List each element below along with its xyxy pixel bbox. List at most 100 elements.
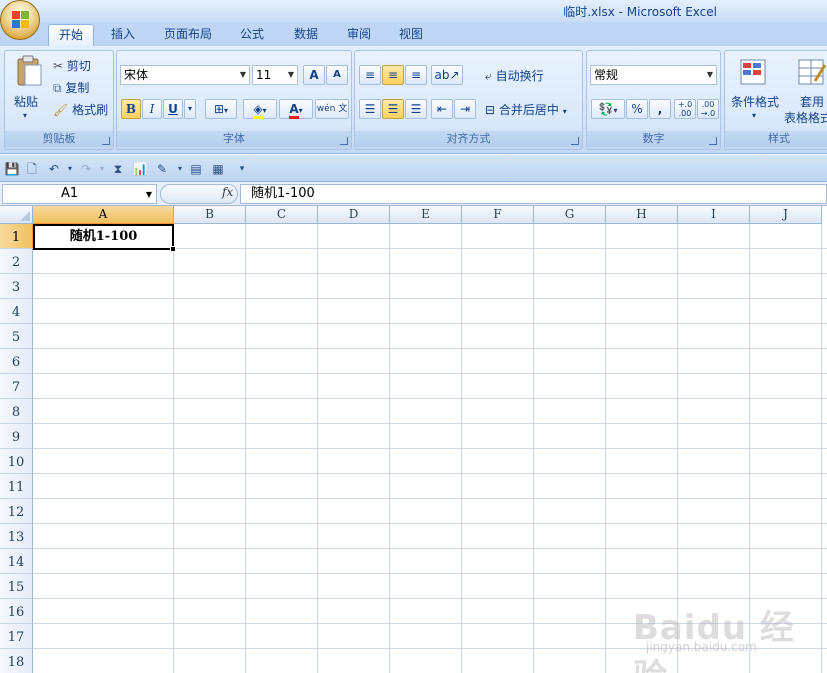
font-size-select[interactable]: 11 ▼ [252, 65, 298, 85]
column-header-g[interactable]: G [534, 206, 606, 224]
row-header-15[interactable]: 15 [0, 574, 33, 599]
select-all-corner[interactable] [0, 206, 33, 224]
form-icon[interactable]: ▤ [188, 161, 204, 177]
row-header-8[interactable]: 8 [0, 399, 33, 424]
row-header-6[interactable]: 6 [0, 349, 33, 374]
font-launcher-icon[interactable] [340, 137, 348, 145]
format-as-table-button[interactable]: 套用 [800, 93, 824, 110]
underline-button[interactable]: U [163, 99, 183, 119]
cut-button[interactable]: ✂ 剪切 [53, 57, 91, 74]
row-header-4[interactable]: 4 [0, 299, 33, 324]
orientation-icon[interactable]: ab↗ [431, 65, 463, 85]
tab-view[interactable]: 视图 [388, 24, 434, 46]
insert-function-icon[interactable]: fx [222, 185, 233, 199]
tab-data[interactable]: 数据 [283, 24, 329, 46]
row-header-1[interactable]: 1 [0, 224, 33, 249]
name-box[interactable]: A1 ▼ [2, 184, 157, 204]
row-header-14[interactable]: 14 [0, 549, 33, 574]
column-header-a[interactable]: A [33, 206, 174, 224]
cell-a1[interactable]: 随机1-100 [33, 224, 174, 250]
borders-button[interactable]: ⊞▾ [205, 99, 237, 119]
row-header-11[interactable]: 11 [0, 474, 33, 499]
row-header-3[interactable]: 3 [0, 274, 33, 299]
shrink-font-button[interactable]: A [326, 65, 348, 85]
conditional-format-button[interactable]: 条件格式 [731, 93, 779, 110]
align-left-icon[interactable]: ☰ [359, 99, 381, 119]
format-as-table-label[interactable]: 表格格式 [784, 109, 827, 126]
chevron-down-icon[interactable]: ▾ [752, 111, 756, 120]
draw-icon[interactable]: ✎ [154, 161, 170, 177]
paste-dropdown-icon[interactable]: ▾ [23, 111, 27, 120]
row-header-10[interactable]: 10 [0, 449, 33, 474]
formula-input[interactable]: 随机1-100 [240, 184, 827, 204]
grow-font-button[interactable]: A [303, 65, 325, 85]
format-painter-button[interactable]: 🖌 格式刷 [53, 101, 108, 118]
column-header-d[interactable]: D [318, 206, 390, 224]
paste-button[interactable]: 粘贴 [14, 93, 38, 110]
underline-dropdown-icon[interactable]: ▾ [184, 99, 196, 119]
save-icon[interactable]: 💾 [4, 161, 20, 177]
bold-button[interactable]: B [121, 99, 141, 119]
align-bottom-icon[interactable]: ≡ [405, 65, 427, 85]
row-header-5[interactable]: 5 [0, 324, 33, 349]
chevron-down-icon[interactable]: ▾ [62, 161, 78, 177]
phonetic-button[interactable]: wén 文 [315, 99, 349, 119]
column-header-i[interactable]: I [678, 206, 750, 224]
chart-icon[interactable]: 📊 [132, 161, 148, 177]
table-icon[interactable]: ▦ [210, 161, 226, 177]
align-center-icon[interactable]: ☰ [382, 99, 404, 119]
increase-decimal-button[interactable]: +.0 .00 [674, 99, 696, 119]
tab-formulas[interactable]: 公式 [229, 24, 275, 46]
percent-button[interactable]: % [626, 99, 648, 119]
office-button[interactable] [0, 0, 40, 40]
tab-home[interactable]: 开始 [48, 24, 94, 46]
increase-indent-icon[interactable]: ⇥ [454, 99, 476, 119]
wrap-text-button[interactable]: ⤶ 自动换行 [485, 67, 544, 84]
row-header-7[interactable]: 7 [0, 374, 33, 399]
tab-review[interactable]: 审阅 [336, 24, 382, 46]
redo-icon[interactable]: ↷ [78, 161, 94, 177]
undo-icon[interactable]: ↶ [46, 161, 62, 177]
fill-color-button[interactable]: ◈▾ [243, 99, 277, 119]
column-header-e[interactable]: E [390, 206, 462, 224]
row-header-9[interactable]: 9 [0, 424, 33, 449]
new-file-icon[interactable]: 🗋 [24, 161, 40, 177]
alignment-launcher-icon[interactable] [571, 137, 579, 145]
merge-center-button[interactable]: ⊟ 合并后居中 ▾ [485, 101, 567, 118]
filter-icon[interactable]: ⧗ [110, 161, 126, 177]
column-header-f[interactable]: F [462, 206, 534, 224]
align-middle-icon[interactable]: ≡ [382, 65, 404, 85]
decrease-decimal-button[interactable]: .00 →.0 [697, 99, 719, 119]
paste-icon[interactable] [15, 55, 43, 89]
row-header-18[interactable]: 18 [0, 649, 33, 673]
column-header-b[interactable]: B [174, 206, 246, 224]
chevron-down-icon[interactable]: ▾ [172, 161, 188, 177]
tab-insert[interactable]: 插入 [100, 24, 146, 46]
italic-button[interactable]: I [142, 99, 162, 119]
align-right-icon[interactable]: ☰ [405, 99, 427, 119]
number-launcher-icon[interactable] [709, 137, 717, 145]
row-header-12[interactable]: 12 [0, 499, 33, 524]
clipboard-launcher-icon[interactable] [102, 137, 110, 145]
decrease-indent-icon[interactable]: ⇤ [431, 99, 453, 119]
tab-page-layout[interactable]: 页面布局 [155, 24, 221, 46]
number-format-select[interactable]: 常规 ▼ [590, 65, 717, 85]
font-color-button[interactable]: A▾ [279, 99, 313, 119]
row-header-17[interactable]: 17 [0, 624, 33, 649]
row-header-13[interactable]: 13 [0, 524, 33, 549]
customize-toolbar-icon[interactable]: ▾ [234, 161, 250, 177]
comma-button[interactable]: , [649, 99, 671, 119]
fill-handle[interactable] [170, 246, 176, 252]
format-as-table-icon[interactable] [797, 57, 827, 87]
column-header-h[interactable]: H [606, 206, 678, 224]
row-header-16[interactable]: 16 [0, 599, 33, 624]
column-header-j[interactable]: J [750, 206, 822, 224]
conditional-format-icon[interactable] [739, 57, 769, 87]
align-top-icon[interactable]: ≡ [359, 65, 381, 85]
chevron-down-icon[interactable]: ▾ [94, 161, 110, 177]
column-header-c[interactable]: C [246, 206, 318, 224]
font-name-select[interactable]: 宋体 ▼ [120, 65, 250, 85]
copy-button[interactable]: ⧉ 复制 [53, 79, 89, 96]
row-header-2[interactable]: 2 [0, 249, 33, 274]
currency-button[interactable]: 💱▾ [591, 99, 625, 119]
